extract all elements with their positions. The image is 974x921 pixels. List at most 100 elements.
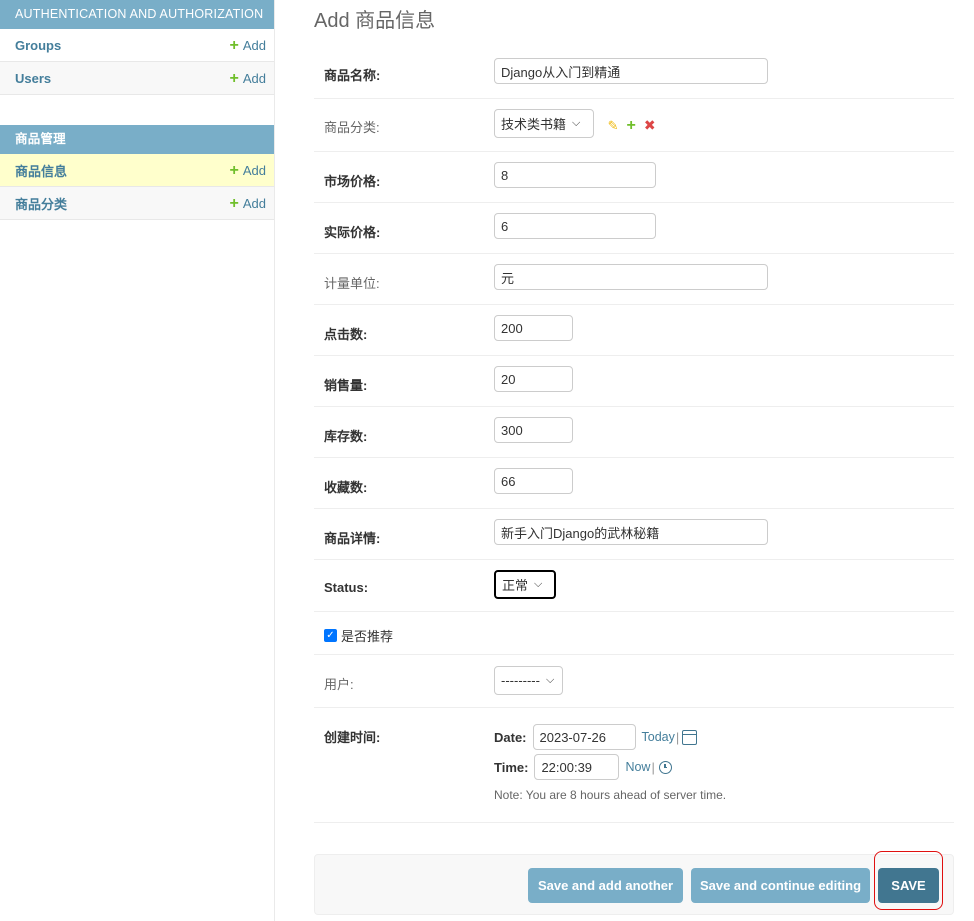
category-select[interactable]: 技术类书籍 ⌵ [494, 109, 594, 138]
module-auth: AUTHENTICATION AND AUTHORIZATION Groups … [0, 0, 274, 95]
unit-label: 计量单位: [324, 276, 380, 291]
form-row-actual-price: 实际价格: [314, 203, 954, 254]
add-goods-info-link[interactable]: + Add [229, 161, 266, 179]
add-label: Add [242, 37, 266, 53]
form-row-detail: 商品详情: [314, 509, 954, 560]
detail-input[interactable] [494, 519, 768, 545]
module-caption-auth[interactable]: AUTHENTICATION AND AUTHORIZATION [0, 0, 274, 29]
today-link[interactable]: Today [642, 730, 675, 744]
name-input[interactable] [494, 58, 768, 84]
sidebar-item-users: Users + Add [0, 62, 274, 95]
x-icon[interactable]: ✖ [644, 117, 656, 134]
form-row-clicks: 点击数: [314, 305, 954, 356]
plus-icon: + [229, 69, 239, 87]
time-label: Time: [494, 759, 529, 775]
category-label: 商品分类: [324, 120, 380, 135]
add-label: Add [242, 70, 266, 86]
add-label: Add [242, 195, 266, 211]
sidebar-link-goods-category[interactable]: 商品分类 [15, 194, 67, 213]
separator: | [651, 759, 655, 775]
status-label: Status: [324, 580, 369, 595]
time-input[interactable] [534, 754, 620, 780]
pencil-icon[interactable]: ✎ [608, 118, 619, 134]
date-line: Date: Today | [494, 724, 726, 750]
recommend-checkbox[interactable]: ✓ [324, 629, 337, 642]
status-selected: 正常 [502, 578, 529, 593]
detail-label: 商品详情: [324, 531, 381, 546]
stock-input[interactable] [494, 417, 573, 443]
created-label: 创建时间: [324, 730, 381, 745]
sidebar-item-goods-info: 商品信息 + Add [0, 154, 274, 187]
add-label: Add [242, 162, 266, 178]
clock-icon[interactable] [658, 760, 672, 774]
chevron-down-icon: ⌵ [572, 117, 581, 129]
separator: | [675, 729, 680, 745]
user-selected: --------- [501, 673, 540, 688]
date-input[interactable] [532, 724, 636, 750]
calendar-icon[interactable] [682, 729, 698, 745]
form-row-name: 商品名称: [314, 45, 954, 99]
name-field-box [494, 58, 768, 84]
sidebar-link-users[interactable]: Users [15, 71, 51, 86]
save-and-continue-button[interactable]: Save and continue editing [691, 868, 870, 903]
form-row-user: 用户: --------- ⌵ [314, 655, 954, 708]
actual-price-input[interactable] [494, 213, 656, 239]
unit-input[interactable] [494, 264, 768, 290]
time-line: Time: Now | [494, 754, 726, 780]
sales-label: 销售量: [324, 378, 368, 393]
add-goods-category-link[interactable]: + Add [229, 194, 266, 212]
submit-row: Save and add another Save and continue e… [314, 854, 954, 915]
actual-price-field-box [494, 213, 656, 239]
related-widget: ✎ + ✖ [608, 117, 656, 135]
favorites-input[interactable] [494, 468, 573, 494]
stock-label: 库存数: [324, 429, 368, 444]
module-caption-goods[interactable]: 商品管理 [0, 125, 274, 154]
clicks-input[interactable] [494, 315, 573, 341]
save-and-add-another-button[interactable]: Save and add another [528, 868, 683, 903]
timezone-note: Note: You are 8 hours ahead of server ti… [494, 788, 727, 802]
market-price-input[interactable] [494, 162, 656, 188]
market-price-label: 市场价格: [324, 174, 381, 189]
form-row-unit: 计量单位: [314, 254, 954, 305]
recommend-checkbox-label[interactable]: ✓ 是否推荐 [324, 626, 393, 645]
form-row-recommend: ✓ 是否推荐 [314, 612, 954, 655]
favorites-label: 收藏数: [324, 480, 368, 495]
now-link[interactable]: Now [625, 760, 650, 774]
user-select[interactable]: --------- ⌵ [494, 666, 563, 695]
sales-input[interactable] [494, 366, 573, 392]
goods-form: 商品名称: 商品分类: 技术类书籍 ⌵ ✎ + ✖ 市场价格: [314, 45, 954, 823]
plus-icon: + [229, 161, 239, 179]
favorites-field-box [494, 468, 573, 494]
sidebar-item-goods-category: 商品分类 + Add [0, 187, 274, 220]
user-label: 用户: [324, 677, 354, 692]
actual-price-label: 实际价格: [324, 225, 381, 240]
detail-field-box [494, 519, 768, 545]
form-row-sales: 销售量: [314, 356, 954, 407]
clicks-field-box [494, 315, 573, 341]
plus-icon[interactable]: + [627, 117, 636, 135]
sidebar-link-goods-info[interactable]: 商品信息 [15, 161, 67, 180]
market-price-field-box [494, 162, 656, 188]
recommend-label-text: 是否推荐 [341, 629, 394, 644]
add-users-link[interactable]: + Add [229, 69, 266, 87]
sidebar-link-groups[interactable]: Groups [15, 38, 61, 53]
date-label: Date: [494, 729, 527, 745]
save-highlight-annotation [874, 851, 943, 910]
name-label: 商品名称: [324, 68, 381, 83]
status-select[interactable]: 正常 ⌵ [494, 570, 556, 599]
unit-field-box [494, 264, 768, 290]
form-row-category: 商品分类: 技术类书籍 ⌵ ✎ + ✖ [314, 99, 954, 152]
plus-icon: + [229, 36, 239, 54]
status-field-box: 正常 ⌵ [494, 570, 556, 599]
form-row-favorites: 收藏数: [314, 458, 954, 509]
clicks-label: 点击数: [324, 327, 368, 342]
form-row-stock: 库存数: [314, 407, 954, 458]
created-field-box: Date: Today | Time: Now | Note: You are … [494, 724, 726, 802]
plus-icon: + [229, 194, 239, 212]
page-title: Add 商品信息 [314, 10, 436, 32]
sidebar: AUTHENTICATION AND AUTHORIZATION Groups … [0, 0, 275, 921]
form-row-market-price: 市场价格: [314, 152, 954, 203]
user-field-box: --------- ⌵ [494, 666, 563, 695]
form-row-status: Status: 正常 ⌵ [314, 560, 954, 612]
add-groups-link[interactable]: + Add [229, 36, 266, 54]
